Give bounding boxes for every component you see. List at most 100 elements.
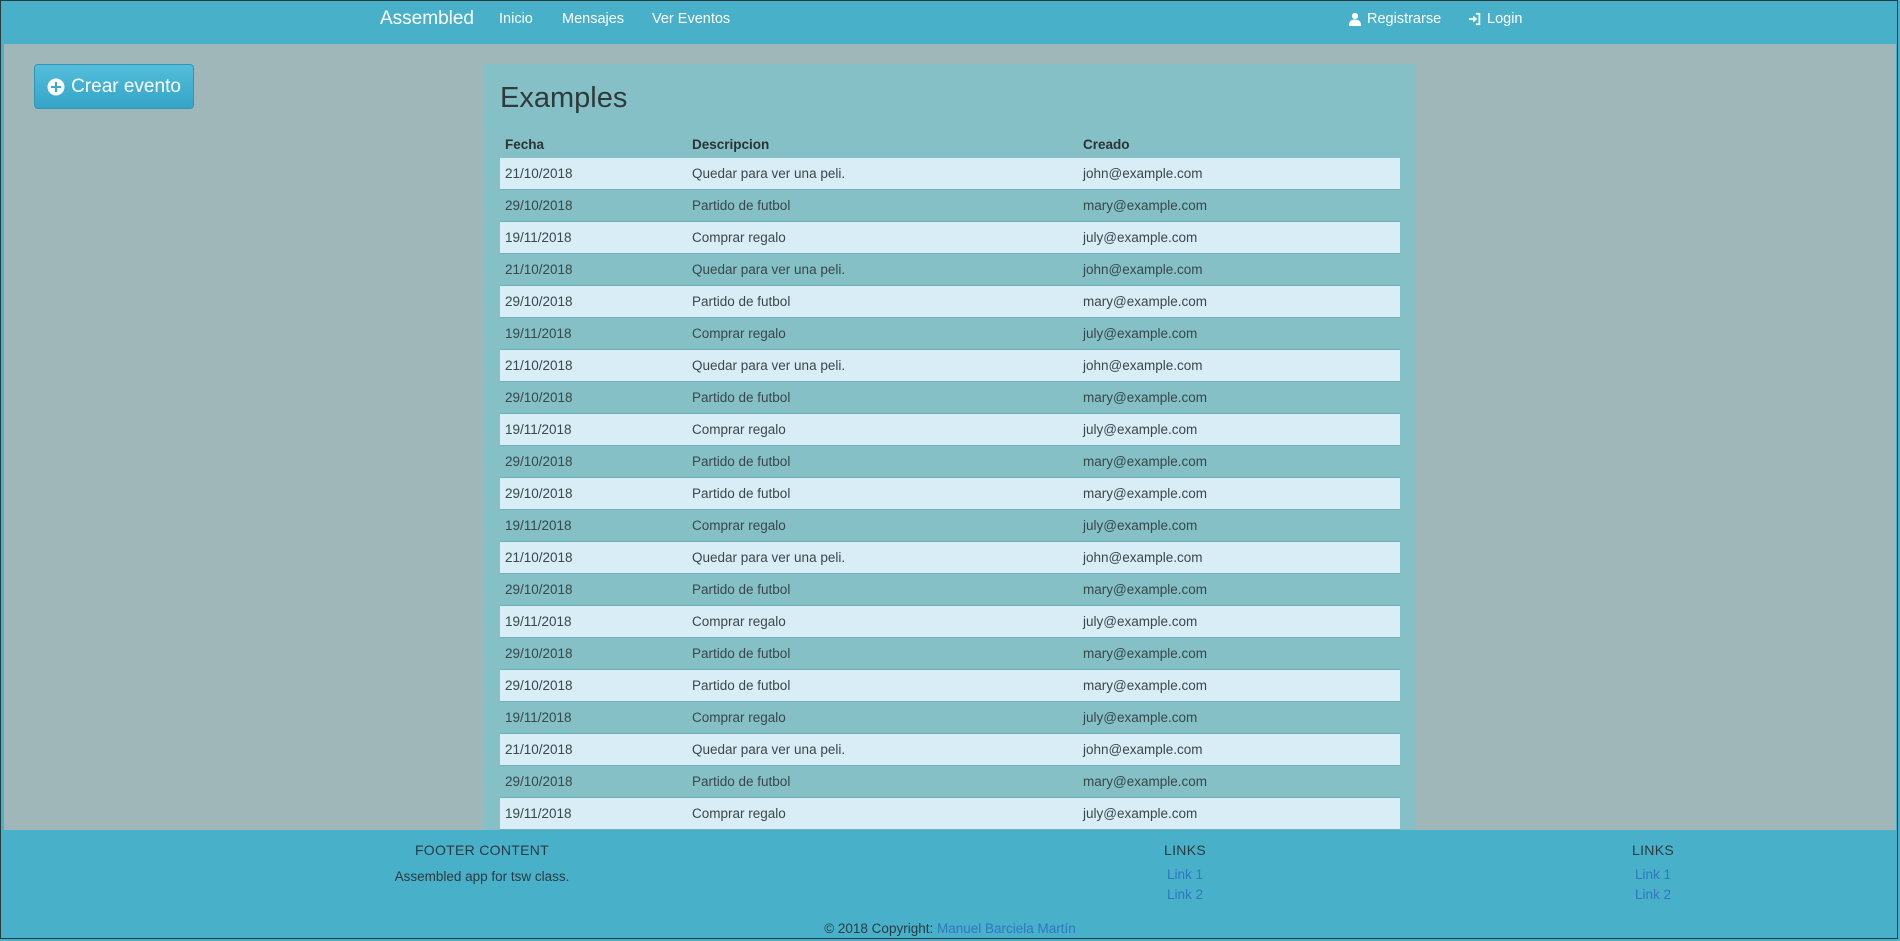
table-row: 19/11/2018 Comprar regalo july@example.com — [500, 605, 1400, 638]
nav-link-mensajes[interactable]: Mensajes — [562, 11, 624, 27]
date-cell: 19/11/2018 — [505, 710, 572, 725]
column-header-creado: Creado — [1083, 136, 1130, 152]
table-row: 19/11/2018 Comprar regalo july@example.com — [500, 509, 1400, 542]
footer-link-2[interactable]: Link 2 — [1608, 885, 1698, 905]
date-cell: 29/10/2018 — [505, 294, 573, 309]
date-cell: 29/10/2018 — [505, 198, 573, 213]
creator-cell: john@example.com — [1083, 262, 1203, 277]
table-row: 29/10/2018 Partido de futbol mary@example.… — [500, 285, 1400, 318]
nav-link-inicio[interactable]: Inicio — [499, 11, 533, 27]
creator-cell: mary@example.com — [1083, 198, 1207, 213]
creator-cell: mary@example.com — [1083, 678, 1207, 693]
column-header-descripcion: Descripcion — [692, 136, 770, 152]
description-cell: Quedar para ver una peli. — [692, 166, 846, 181]
create-event-button[interactable]: Crear evento — [34, 64, 194, 109]
table-row: 19/11/2018 Comprar regalo july@example.com — [500, 317, 1400, 350]
description-cell: Partido de futbol — [692, 678, 791, 693]
footer-content-heading: FOOTER CONTENT — [414, 842, 550, 858]
description-cell: Quedar para ver una peli. — [692, 262, 846, 277]
creator-cell: mary@example.com — [1083, 294, 1207, 309]
creator-cell: mary@example.com — [1083, 390, 1207, 405]
footer-links-section-2: LINKS Link 1 Link 2 — [1608, 842, 1698, 905]
column-header-fecha: Fecha — [505, 136, 545, 152]
footer-links-heading: LINKS — [1164, 842, 1206, 858]
creator-cell: july@example.com — [1083, 614, 1198, 629]
brand-link[interactable]: Assembled — [380, 8, 474, 30]
date-cell: 21/10/2018 — [505, 550, 573, 565]
description-cell: Partido de futbol — [692, 486, 791, 501]
creator-cell: mary@example.com — [1083, 486, 1207, 501]
table-row: 21/10/2018 Quedar para ver una peli. john@… — [500, 541, 1400, 574]
description-cell: Quedar para ver una peli. — [692, 742, 846, 757]
top-navbar: Assembled Inicio Mensajes Ver Eventos Re… — [0, 0, 1900, 44]
table-row: 19/11/2018 Comprar regalo july@example.com — [500, 797, 1400, 830]
creator-cell: john@example.com — [1083, 550, 1203, 565]
table-row: 19/11/2018 Comprar regalo july@example.com — [500, 701, 1400, 734]
date-cell: 29/10/2018 — [505, 774, 573, 789]
description-cell: Partido de futbol — [692, 582, 791, 597]
create-event-label: Crear evento — [71, 75, 181, 97]
date-cell: 29/10/2018 — [505, 678, 573, 693]
date-cell: 29/10/2018 — [505, 486, 573, 501]
creator-cell: john@example.com — [1083, 166, 1203, 181]
date-cell: 19/11/2018 — [505, 422, 572, 437]
table-row: 21/10/2018 Quedar para ver una peli. john@… — [500, 733, 1400, 766]
date-cell: 21/10/2018 — [505, 262, 573, 277]
creator-cell: mary@example.com — [1083, 582, 1207, 597]
description-cell: Comprar regalo — [692, 422, 786, 437]
description-cell: Comprar regalo — [692, 806, 786, 821]
description-cell: Partido de futbol — [692, 774, 791, 789]
date-cell: 29/10/2018 — [505, 454, 573, 469]
table-row: 19/11/2018 Comprar regalo july@example.com — [500, 221, 1400, 254]
creator-cell: july@example.com — [1083, 230, 1198, 245]
date-cell: 19/11/2018 — [505, 230, 572, 245]
description-cell: Partido de futbol — [692, 198, 791, 213]
creator-cell: july@example.com — [1083, 326, 1198, 341]
table-row: 21/10/2018 Quedar para ver una peli. john@… — [500, 253, 1400, 286]
events-panel: Examples Fecha Descripcion Creado 21/10/… — [484, 64, 1416, 830]
footer-link-1[interactable]: Link 1 — [1608, 865, 1698, 885]
register-link[interactable]: Registrarse — [1348, 11, 1441, 27]
description-cell: Comprar regalo — [692, 518, 786, 533]
date-cell: 29/10/2018 — [505, 582, 573, 597]
table-row: 29/10/2018 Partido de futbol mary@example.… — [500, 573, 1400, 606]
table-row: 19/11/2018 Comprar regalo july@example.com — [500, 413, 1400, 446]
login-label: Login — [1487, 11, 1523, 27]
table-row: 29/10/2018 Partido de futbol mary@example.… — [500, 637, 1400, 670]
date-cell: 19/11/2018 — [505, 806, 572, 821]
table-row: 29/10/2018 Partido de futbol mary@example.… — [500, 477, 1400, 510]
login-link[interactable]: Login — [1468, 11, 1522, 27]
date-cell: 19/11/2018 — [505, 614, 572, 629]
date-cell: 29/10/2018 — [505, 646, 573, 661]
table-row: 21/10/2018 Quedar para ver una peli. john@… — [500, 158, 1400, 190]
footer-link-2[interactable]: Link 2 — [1140, 885, 1230, 905]
creator-cell: john@example.com — [1083, 358, 1203, 373]
events-table-body: 21/10/2018 Quedar para ver una peli. john@… — [500, 158, 1400, 830]
table-row: 29/10/2018 Partido de futbol mary@example.… — [500, 765, 1400, 798]
register-label: Registrarse — [1367, 11, 1442, 27]
description-cell: Partido de futbol — [692, 294, 791, 309]
footer-content-text: Assembled app for tsw class. — [394, 869, 570, 884]
creator-cell: july@example.com — [1083, 422, 1198, 437]
description-cell: Partido de futbol — [692, 454, 791, 469]
copyright-author-link[interactable]: Manuel Barciela Martín — [937, 921, 1076, 936]
creator-cell: mary@example.com — [1083, 774, 1207, 789]
creator-cell: july@example.com — [1083, 710, 1198, 725]
description-cell: Quedar para ver una peli. — [692, 358, 846, 373]
user-icon — [1348, 12, 1362, 26]
footer-links-heading: LINKS — [1632, 842, 1674, 858]
creator-cell: july@example.com — [1083, 806, 1198, 821]
nav-link-ver-eventos[interactable]: Ver Eventos — [652, 11, 730, 27]
plus-circle-icon — [47, 78, 65, 95]
creator-cell: mary@example.com — [1083, 646, 1207, 661]
description-cell: Comprar regalo — [692, 326, 786, 341]
events-table: Fecha Descripcion Creado 21/10/2018 Queda… — [500, 130, 1400, 830]
footer-content-section: FOOTER CONTENT Assembled app for tsw cla… — [390, 842, 574, 884]
date-cell: 21/10/2018 — [505, 166, 573, 181]
creator-cell: john@example.com — [1083, 742, 1203, 757]
footer-link-1[interactable]: Link 1 — [1140, 865, 1230, 885]
table-row: 29/10/2018 Partido de futbol mary@example.… — [500, 445, 1400, 478]
login-icon — [1468, 12, 1481, 26]
description-cell: Comprar regalo — [692, 614, 786, 629]
table-row: 29/10/2018 Partido de futbol mary@example.… — [500, 669, 1400, 702]
